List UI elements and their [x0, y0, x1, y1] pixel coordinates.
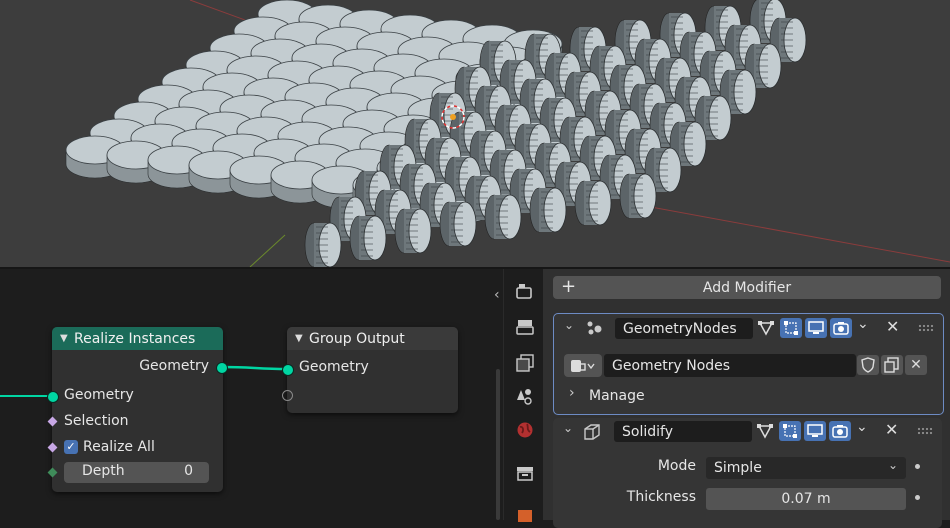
mode-dropdown[interactable]: Simple ⌄ [706, 457, 906, 479]
node-title: Group Output [309, 330, 405, 347]
modifier-name-field[interactable]: GeometryNodes [615, 318, 753, 339]
manage-label[interactable]: Manage [589, 388, 645, 404]
render-icon[interactable] [516, 282, 534, 300]
input-geometry-socket[interactable] [282, 364, 294, 376]
collapse-chevron-icon[interactable]: ▼ [60, 333, 74, 344]
modifier-dropdown-chevron-icon[interactable]: ⌄ [857, 316, 869, 332]
solidify-modifier-icon [583, 423, 601, 445]
viewport-scene [65, 0, 950, 267]
thickness-field[interactable]: 0.07 m [706, 488, 906, 510]
texture-icon[interactable] [516, 506, 534, 524]
drag-handle-icon[interactable] [917, 427, 933, 435]
thickness-value: 0.07 m [781, 491, 831, 507]
depth-field[interactable]: Depth 0 [64, 462, 209, 483]
selection-label: Selection [64, 413, 129, 429]
link-realize-to-output [222, 365, 288, 371]
node-tree-icon [571, 359, 595, 372]
collapse-chevron-icon[interactable]: ▼ [295, 333, 309, 344]
drag-handle-icon[interactable] [918, 324, 934, 332]
thickness-label: Thickness [626, 489, 696, 505]
modifier-dropdown-chevron-icon[interactable]: ⌄ [856, 419, 868, 435]
cage-toggle-icon[interactable] [780, 318, 802, 338]
realize-all-checkbox[interactable]: ✓ [64, 440, 78, 454]
properties-tabs [503, 269, 544, 522]
y-axis-line [249, 234, 286, 267]
realize-all-label: Realize All [83, 439, 155, 455]
node-editor[interactable]: ▼ Realize Instances Geometry Geometry Se… [0, 269, 503, 520]
panel-collapse-chevron-icon[interactable]: ⌄ [564, 318, 574, 332]
geometry-nodes-modifier-icon [586, 320, 604, 340]
node-editor-scrollbar[interactable] [496, 369, 500, 520]
animate-property-dot-icon[interactable] [915, 464, 920, 469]
edit-mode-toggle-icon[interactable] [755, 318, 777, 338]
render-toggle-icon[interactable] [830, 318, 852, 338]
world-icon[interactable] [516, 421, 534, 439]
add-modifier-label: Add Modifier [702, 279, 792, 296]
depth-label: Depth [82, 463, 125, 479]
output-icon[interactable] [516, 318, 534, 336]
3d-viewport[interactable] [0, 0, 950, 267]
fake-user-shield-icon[interactable] [857, 355, 879, 375]
duplicate-icon[interactable] [881, 355, 903, 375]
solidify-modifier-panel: ⌄ Solidify ⌄ ✕ Mode Simple ⌄ Thickness 0… [553, 418, 942, 528]
node-group-browse-button[interactable] [564, 354, 602, 377]
remove-modifier-close-icon[interactable]: ✕ [885, 420, 898, 439]
properties-editor: + Add Modifier ⌄ GeometryNodes ⌄ ✕ Geome… [543, 269, 950, 528]
scene-icon[interactable] [516, 387, 534, 405]
output-geometry-label: Geometry [139, 358, 209, 374]
input-geometry-label: Geometry [299, 359, 369, 375]
mode-label: Mode [657, 458, 696, 474]
cage-toggle-icon[interactable] [779, 421, 801, 441]
output-geometry-socket[interactable] [216, 362, 228, 374]
viewport-display-toggle-icon[interactable] [804, 421, 826, 441]
input-geometry-socket[interactable] [47, 391, 59, 403]
geometry-nodes-modifier-panel: ⌄ GeometryNodes ⌄ ✕ Geometry Nodes ✕ › M… [553, 313, 944, 415]
viewport-display-toggle-icon[interactable] [805, 318, 827, 338]
node-header[interactable]: ▼ Group Output [287, 327, 458, 350]
remove-modifier-close-icon[interactable]: ✕ [886, 317, 899, 336]
instance-grid [65, 0, 807, 267]
mode-value: Simple [714, 460, 762, 476]
modifier-name-field[interactable]: Solidify [614, 421, 752, 442]
collection-icon[interactable] [516, 464, 534, 482]
dropdown-chevron-icon: ⌄ [887, 458, 898, 472]
view-layer-icon[interactable] [516, 354, 534, 372]
manage-chevron-icon[interactable]: › [569, 385, 575, 401]
node-group-field[interactable]: Geometry Nodes [604, 354, 856, 377]
edit-mode-toggle-icon[interactable] [754, 421, 776, 441]
panel-collapse-chevron-icon[interactable]: ⌄ [563, 421, 573, 435]
unlink-close-icon[interactable]: ✕ [905, 355, 927, 375]
animate-property-dot-icon[interactable] [915, 495, 920, 500]
render-toggle-icon[interactable] [829, 421, 851, 441]
node-header[interactable]: ▼ Realize Instances [52, 327, 223, 350]
depth-value: 0 [184, 463, 193, 479]
input-geometry-label: Geometry [64, 387, 134, 403]
sidebar-toggle-icon[interactable]: ‹ [494, 287, 500, 303]
add-modifier-button[interactable]: + Add Modifier [553, 276, 941, 299]
group-output-node[interactable]: ▼ Group Output Geometry [282, 327, 458, 413]
node-title: Realize Instances [74, 330, 196, 347]
realize-instances-node[interactable]: ▼ Realize Instances Geometry Geometry Se… [47, 327, 228, 492]
plus-icon: + [561, 276, 577, 297]
empty-input-socket[interactable] [282, 390, 293, 401]
x-axis-line-far [639, 204, 950, 263]
